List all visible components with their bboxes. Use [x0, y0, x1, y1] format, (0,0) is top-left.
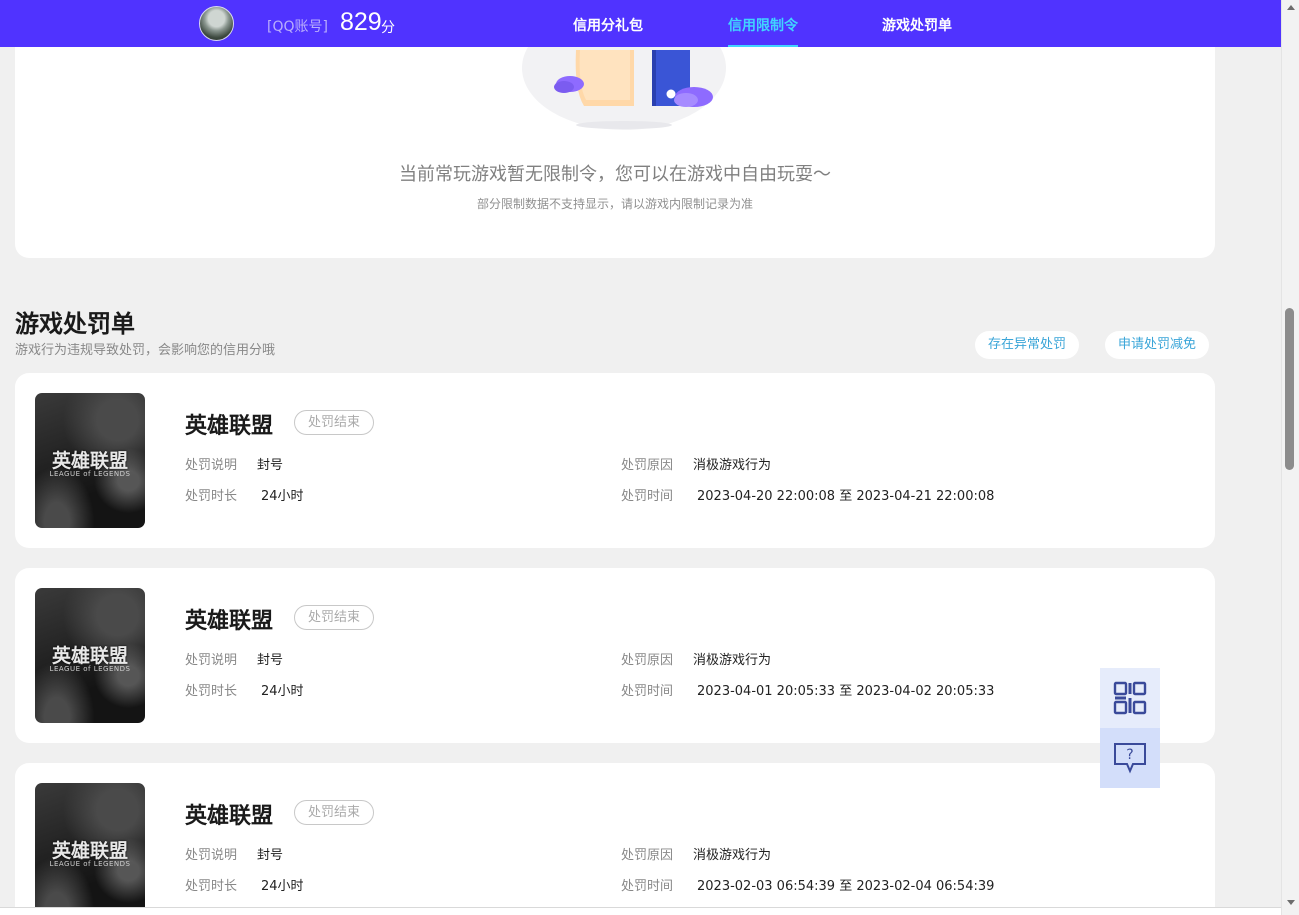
scroll-up-arrow-icon[interactable]: [1287, 5, 1295, 10]
penalty-card[interactable]: 英雄联盟 LEAGUE of LEGENDS 英雄联盟 处罚结束 处罚说明 封号…: [15, 568, 1215, 743]
game-name: 英雄联盟: [185, 609, 274, 634]
penalty-duration-label: 处罚时长: [185, 684, 238, 699]
tab-credit-gift[interactable]: 信用分礼包: [573, 15, 643, 47]
scroll-thumb[interactable]: [1285, 308, 1294, 470]
empty-restriction-subtitle: 部分限制数据不支持显示，请以游戏内限制记录为准: [476, 197, 753, 211]
penalty-time-value: 2023-04-01 20:05:33 至 2023-04-02 20:05:3…: [697, 684, 995, 699]
game-cover-image: 英雄联盟 LEAGUE of LEGENDS: [35, 393, 145, 528]
page-scrollbar[interactable]: [1281, 0, 1299, 915]
penalty-duration-value: 24小时: [261, 684, 304, 699]
penalty-duration-label: 处罚时长: [185, 879, 238, 894]
empty-restriction-title: 当前常玩游戏暂无限制令，您可以在游戏中自由玩耍～: [399, 164, 831, 185]
penalty-duration-label: 处罚时长: [185, 489, 238, 504]
avatar[interactable]: [199, 6, 234, 41]
penalty-status-badge: 处罚结束: [294, 800, 375, 825]
qr-code-icon: [1113, 681, 1147, 715]
penalty-desc-value: 封号: [257, 848, 284, 863]
tab-game-penalty[interactable]: 游戏处罚单: [882, 15, 952, 47]
penalty-status-badge: 处罚结束: [294, 605, 375, 630]
penalty-time-label: 处罚时间: [621, 489, 674, 504]
penalty-section-title: 游戏处罚单: [15, 310, 135, 338]
penalty-section-subtitle: 游戏行为违规导致处罚，会影响您的信用分哦: [15, 343, 276, 358]
penalty-reason-label: 处罚原因: [621, 848, 674, 863]
qr-code-button[interactable]: [1100, 668, 1160, 728]
game-logo-text: 英雄联盟: [51, 840, 128, 862]
game-logo-text: 英雄联盟: [51, 645, 128, 667]
tab-credit-restriction[interactable]: 信用限制令: [728, 15, 798, 47]
penalty-reason-label: 处罚原因: [621, 653, 674, 668]
penalty-desc-label: 处罚说明: [185, 848, 238, 863]
help-chat-icon: ?: [1114, 743, 1146, 774]
bottom-edge: [0, 907, 1281, 915]
penalty-time-value: 2023-02-03 06:54:39 至 2023-02-04 06:54:3…: [697, 879, 995, 894]
help-feedback-button[interactable]: ?: [1100, 728, 1160, 788]
penalty-time-value: 2023-04-20 22:00:08 至 2023-04-21 22:00:0…: [697, 489, 995, 504]
game-name: 英雄联盟: [185, 804, 274, 829]
game-logo-subtext: LEAGUE of LEGENDS: [49, 665, 131, 673]
scroll-down-arrow-icon[interactable]: [1287, 900, 1295, 905]
help-symbol: ?: [1126, 747, 1133, 763]
game-logo-text: 英雄联盟: [51, 450, 128, 472]
game-logo-subtext: LEAGUE of LEGENDS: [49, 860, 131, 868]
game-cover-image: 英雄联盟 LEAGUE of LEGENDS: [35, 588, 145, 723]
penalty-reason-value: 消极游戏行为: [693, 458, 772, 473]
penalty-status-badge: 处罚结束: [294, 410, 375, 435]
game-name: 英雄联盟: [185, 414, 274, 439]
credit-score-value: 829: [340, 8, 382, 36]
penalty-desc-value: 封号: [257, 458, 284, 473]
penalty-duration-value: 24小时: [261, 879, 304, 894]
penalty-reason-value: 消极游戏行为: [693, 848, 772, 863]
penalty-desc-label: 处罚说明: [185, 653, 238, 668]
game-cover-image: 英雄联盟 LEAGUE of LEGENDS: [35, 783, 145, 915]
penalty-desc-label: 处罚说明: [185, 458, 238, 473]
penalty-reason-value: 消极游戏行为: [693, 653, 772, 668]
restriction-card: 当前常玩游戏暂无限制令，您可以在游戏中自由玩耍～ 部分限制数据不支持显示，请以游…: [15, 30, 1215, 258]
penalty-time-label: 处罚时间: [621, 879, 674, 894]
apply-penalty-reduction-button[interactable]: 申请处罚减免: [1105, 331, 1210, 359]
account-type-label: [QQ账号]: [267, 19, 328, 35]
penalty-card[interactable]: 英雄联盟 LEAGUE of LEGENDS 英雄联盟 处罚结束 处罚说明 封号…: [15, 373, 1215, 548]
penalty-desc-value: 封号: [257, 653, 284, 668]
penalty-card[interactable]: 英雄联盟 LEAGUE of LEGENDS 英雄联盟 处罚结束 处罚说明 封号…: [15, 763, 1215, 915]
abnormal-penalty-button[interactable]: 存在异常处罚: [975, 331, 1080, 359]
top-nav-bar: [QQ账号] 829 分 信用分礼包 信用限制令 游戏处罚单: [0, 0, 1281, 47]
penalty-reason-label: 处罚原因: [621, 458, 674, 473]
game-logo-subtext: LEAGUE of LEGENDS: [49, 470, 131, 478]
penalty-time-label: 处罚时间: [621, 684, 674, 699]
credit-score-unit: 分: [381, 20, 395, 36]
penalty-duration-value: 24小时: [261, 489, 304, 504]
